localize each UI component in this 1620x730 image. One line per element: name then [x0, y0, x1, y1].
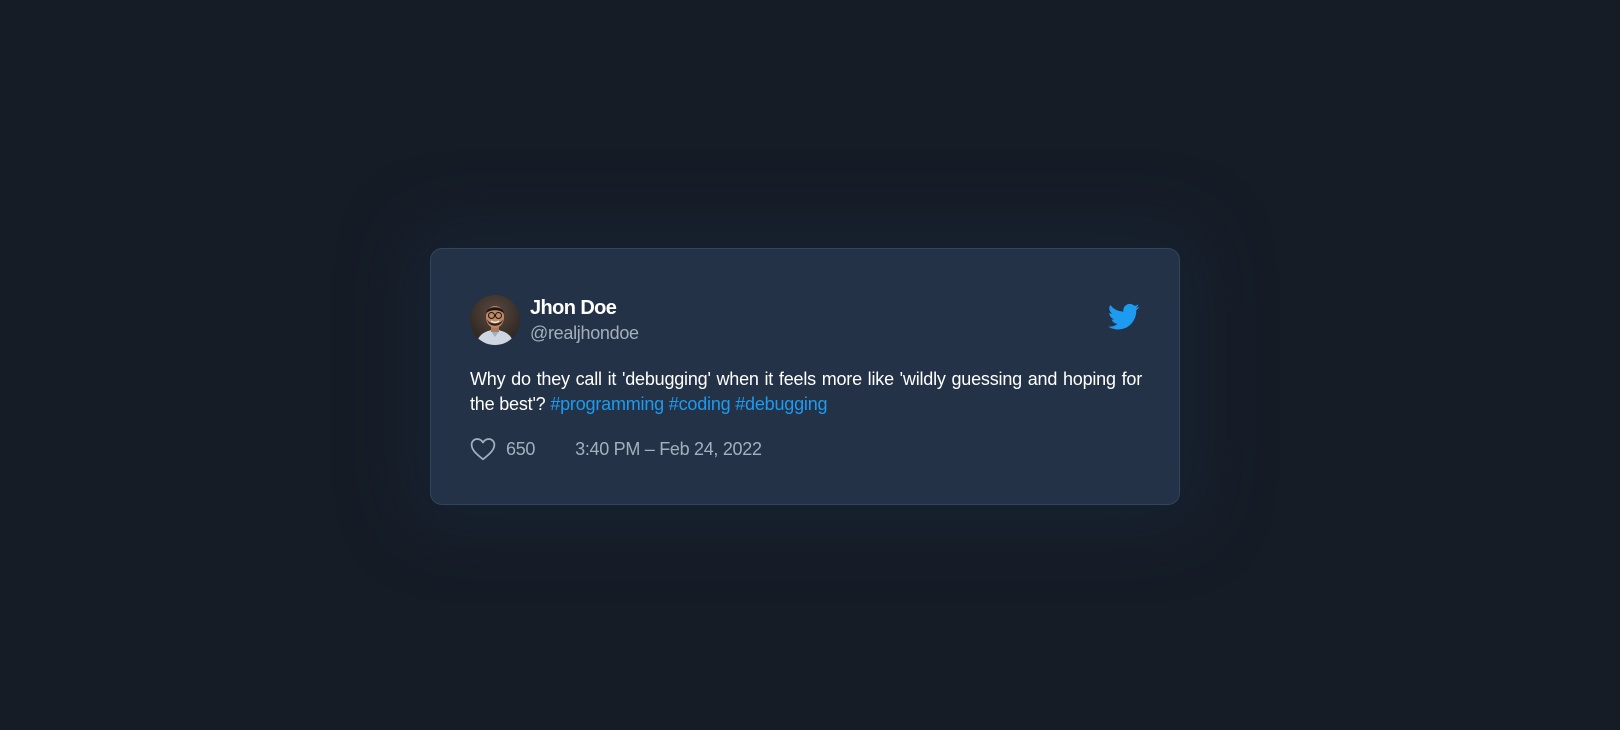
avatar-photo	[470, 295, 520, 345]
page-background: Jhon Doe @realjhondoe Why do they call i…	[0, 0, 1620, 730]
like-button[interactable]: 650	[470, 437, 535, 461]
tweet-text: Why do they call it 'debugging' when it …	[470, 367, 1142, 417]
author-handle[interactable]: @realjhondoe	[530, 321, 639, 345]
hashtag-coding[interactable]: #coding	[669, 394, 731, 414]
author-display-name[interactable]: Jhon Doe	[530, 296, 639, 321]
avatar[interactable]	[470, 295, 520, 345]
heart-icon[interactable]	[470, 437, 496, 461]
like-count: 650	[506, 438, 536, 459]
hashtag-programming[interactable]: #programming	[550, 394, 664, 414]
twitter-bird-icon[interactable]	[1108, 303, 1140, 331]
tweet-header: Jhon Doe @realjhondoe	[470, 295, 639, 345]
tweet-card[interactable]: Jhon Doe @realjhondoe Why do they call i…	[430, 248, 1180, 505]
tweet-timestamp[interactable]: 3:40 PM – Feb 24, 2022	[575, 439, 762, 460]
hashtag-debugging[interactable]: #debugging	[735, 394, 827, 414]
author-names: Jhon Doe @realjhondoe	[530, 296, 639, 345]
tweet-footer: 650 3:40 PM – Feb 24, 2022	[470, 437, 762, 461]
